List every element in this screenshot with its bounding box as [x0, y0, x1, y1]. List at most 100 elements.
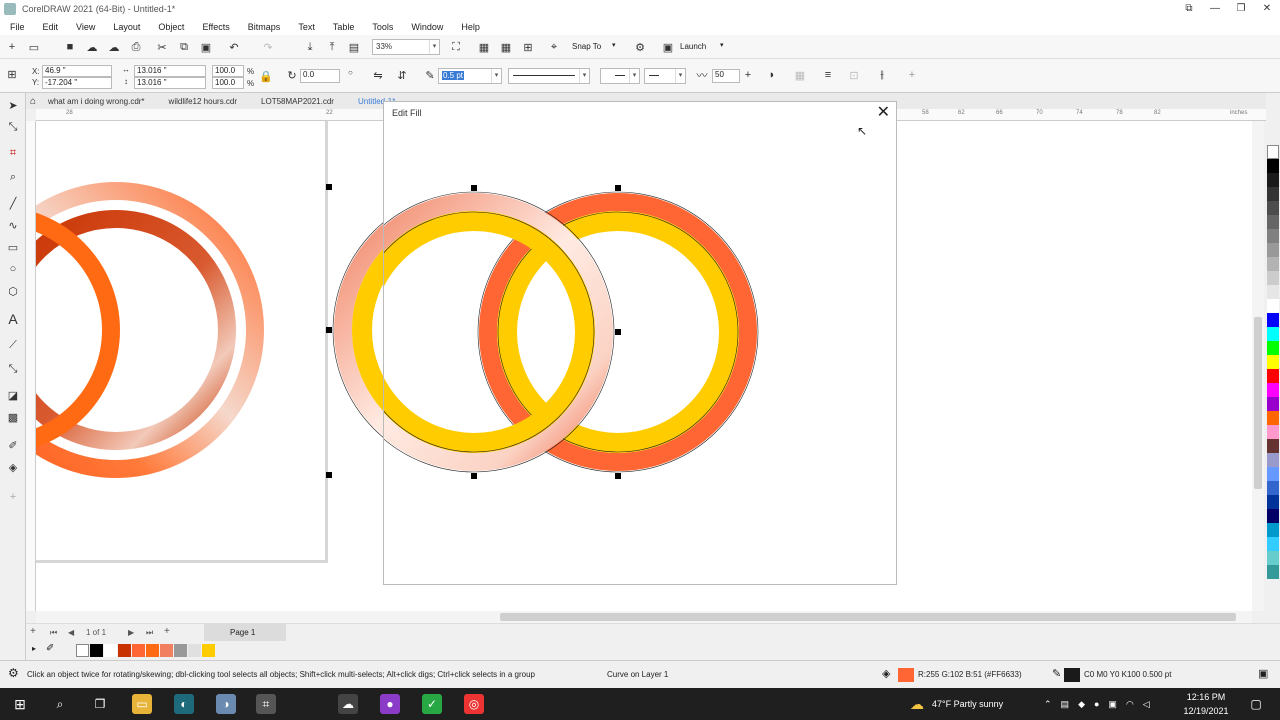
cloud-icon[interactable]: ☁ — [84, 39, 100, 55]
pick-tool-icon[interactable]: ➤ — [5, 97, 21, 113]
document-palette-swatch[interactable] — [104, 644, 117, 657]
parallel-dimension-icon[interactable]: ⟋ — [5, 337, 21, 353]
smoothing-plus-icon[interactable]: + — [740, 67, 756, 83]
launch-label[interactable]: Launch — [680, 42, 706, 51]
save-icon[interactable]: ■ — [62, 39, 78, 55]
mirror-vertical-icon[interactable]: ⇵ — [394, 67, 410, 83]
color-app-icon[interactable]: ● — [380, 694, 400, 714]
horizontal-scrollbar[interactable] — [36, 611, 1252, 623]
outline-width-combo[interactable]: 0.5 pt ▾ — [438, 68, 502, 84]
active-app-icon[interactable]: ✓ — [422, 694, 442, 714]
close-curve-icon[interactable]: ◗ — [764, 67, 780, 83]
export-pdf-icon[interactable]: ▤ — [346, 39, 362, 55]
launch-chevron-icon[interactable]: ▾ — [720, 41, 724, 49]
vertical-scrollbar[interactable] — [1252, 121, 1264, 611]
palette-swatch[interactable] — [1267, 327, 1279, 341]
wrap-text-icon[interactable]: ▦ — [792, 67, 808, 83]
crop-tool-icon[interactable]: ⌗ — [5, 145, 21, 161]
settings-gear-icon[interactable]: ⚙ — [8, 666, 19, 680]
left-ring-group[interactable] — [36, 182, 264, 478]
export-icon[interactable]: ⤒ — [324, 39, 340, 55]
zoom-level-combo[interactable]: 33% ▾ — [372, 39, 440, 55]
palette-swatch[interactable] — [1267, 201, 1279, 215]
cut-icon[interactable]: ✂ — [154, 39, 170, 55]
menu-layout[interactable]: Layout — [113, 22, 140, 32]
options-gear-icon[interactable]: ⚙ — [632, 39, 648, 55]
cloud-app-icon[interactable]: ☁ — [338, 694, 358, 714]
palette-swatch[interactable] — [1267, 159, 1279, 173]
rotation-field[interactable]: 0.0 — [300, 69, 340, 83]
tab-what-am-i-doing-wrong[interactable]: what am i doing wrong.cdr* — [48, 97, 145, 106]
close-button[interactable]: ✕ — [1254, 0, 1280, 18]
palette-swatch[interactable] — [1267, 369, 1279, 383]
menu-table[interactable]: Table — [333, 22, 355, 32]
maximize-button[interactable]: ❐ — [1228, 0, 1254, 18]
eyedropper-icon[interactable]: ✐ — [46, 643, 54, 654]
ellipse-tool-icon[interactable]: ○ — [5, 261, 21, 277]
palette-swatch[interactable] — [1267, 173, 1279, 187]
palette-swatch[interactable] — [1267, 495, 1279, 509]
vertical-scroll-thumb[interactable] — [1254, 317, 1262, 489]
clock[interactable]: 12:16 PM 12/19/2021 — [1176, 690, 1236, 718]
end-arrowhead-combo[interactable]: ▾ — [644, 68, 686, 84]
palette-swatch[interactable] — [1267, 523, 1279, 537]
search-icon[interactable]: ⌕ — [50, 694, 70, 714]
new-document-icon[interactable]: + — [4, 39, 20, 55]
menu-object[interactable]: Object — [158, 22, 184, 32]
paste-icon[interactable]: ▣ — [198, 39, 214, 55]
snap-to-chevron-icon[interactable]: ▾ — [612, 41, 616, 49]
left-middle-ring[interactable] — [36, 210, 236, 450]
scale-width-field[interactable]: 100.0 — [212, 65, 244, 77]
document-palette-swatch[interactable] — [160, 644, 173, 657]
start-arrowhead-combo[interactable]: ▾ — [600, 68, 640, 84]
coreldraw-taskbar-icon[interactable]: ◐ — [174, 694, 194, 714]
palette-swatch[interactable] — [1267, 243, 1279, 257]
show-rulers-icon[interactable]: ▦ — [476, 39, 492, 55]
no-color-swatch[interactable] — [76, 644, 89, 657]
menu-tools[interactable]: Tools — [372, 22, 393, 32]
show-guidelines-icon[interactable]: ⊞ — [520, 39, 536, 55]
palette-swatch[interactable] — [1267, 313, 1279, 327]
text-tool-icon[interactable]: A — [5, 311, 21, 327]
palette-swatch[interactable] — [1267, 257, 1279, 271]
palette-swatch[interactable] — [1267, 397, 1279, 411]
palette-swatch[interactable] — [1267, 411, 1279, 425]
object-properties-icon[interactable]: ▣ — [1258, 667, 1268, 680]
document-palette-swatch[interactable] — [132, 644, 145, 657]
palette-swatch[interactable] — [1267, 299, 1279, 313]
restore-layout-icon[interactable]: ⧉ — [1176, 0, 1202, 18]
polygon-tool-icon[interactable]: ⬡ — [5, 283, 21, 299]
windows-start-icon[interactable]: ⊞ — [10, 694, 30, 714]
smoothing-field[interactable]: 50 — [712, 69, 740, 83]
tray-app-icon[interactable]: ▤ — [1061, 699, 1070, 710]
menu-text[interactable]: Text — [298, 22, 315, 32]
wifi-icon[interactable]: ◠ — [1126, 699, 1134, 710]
snap-to-icon[interactable]: ⌖ — [546, 39, 562, 55]
redo-icon[interactable]: ↷ — [260, 39, 276, 55]
menu-edit[interactable]: Edit — [43, 22, 59, 32]
add-page-before-icon[interactable]: + — [30, 626, 36, 637]
palette-swatch[interactable] — [1267, 355, 1279, 369]
palette-swatch[interactable] — [1267, 341, 1279, 355]
vertical-ruler[interactable] — [26, 121, 36, 611]
first-page-icon[interactable]: ⏮ — [50, 628, 57, 638]
launch-icon[interactable]: ▣ — [660, 39, 676, 55]
add-page-after-icon[interactable]: + — [164, 626, 170, 637]
tab-lot58map2021[interactable]: LOT58MAP2021.cdr — [261, 97, 334, 106]
previous-page-icon[interactable]: ◀ — [68, 628, 74, 637]
page-1-tab[interactable]: Page 1 — [204, 624, 286, 642]
minimize-button[interactable]: — — [1202, 0, 1228, 18]
palette-swatch[interactable] — [1267, 187, 1279, 201]
horizontal-scroll-thumb[interactable] — [500, 613, 1236, 621]
corel-photopaint-icon[interactable]: ◑ — [216, 694, 236, 714]
document-palette-swatch[interactable] — [174, 644, 187, 657]
tray-mic-icon[interactable]: ● — [1094, 699, 1099, 709]
print-icon[interactable]: ⎙ — [128, 39, 144, 55]
last-page-icon[interactable]: ⏭ — [146, 628, 153, 638]
palette-swatch[interactable] — [1267, 145, 1279, 159]
palette-swatch[interactable] — [1267, 425, 1279, 439]
line-style-combo[interactable]: ▾ — [508, 68, 590, 84]
network-icon[interactable]: ▣ — [1108, 699, 1117, 710]
home-icon[interactable]: ⌂ — [30, 96, 36, 107]
menu-help[interactable]: Help — [461, 22, 480, 32]
